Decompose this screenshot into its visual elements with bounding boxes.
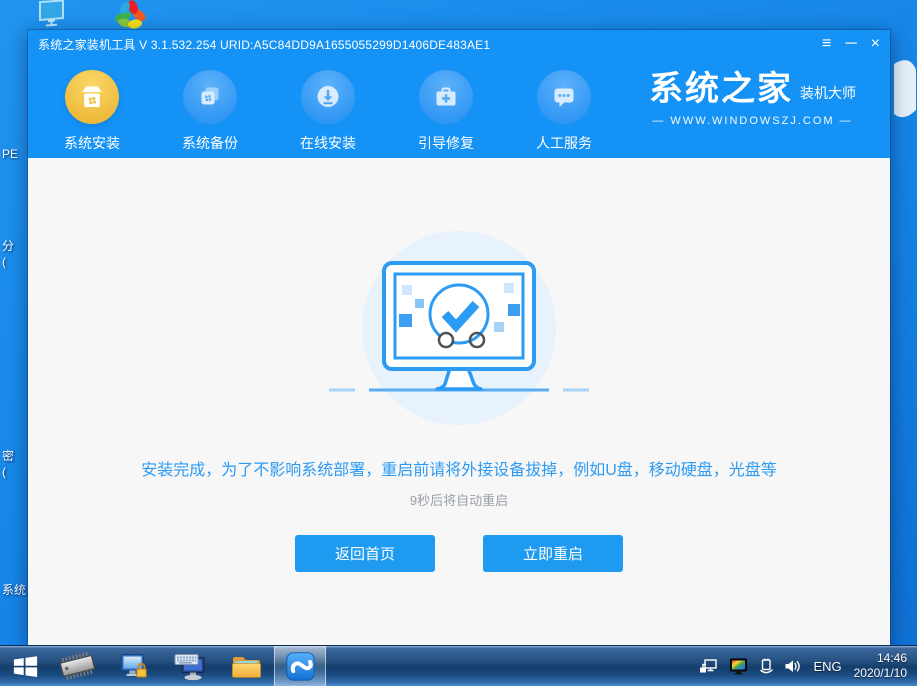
- flower-icon: [115, 0, 146, 29]
- usb-eject-tray-icon[interactable]: [759, 658, 774, 675]
- content-area: 安装完成，为了不影响系统部署，重启前请将外接设备拔掉，例如U盘，移动硬盘，光盘等…: [28, 158, 890, 645]
- window-controls: ≡ ─ ×: [822, 32, 880, 56]
- zhuangji-app-icon: [285, 651, 315, 681]
- display-icon: [39, 0, 64, 27]
- main-nav: 系统安装 系统备份 在线安装 引导修复 人工服务: [40, 70, 616, 153]
- taskbar-item-zhuangji-app-active[interactable]: [274, 646, 326, 686]
- taskbar-item-memory-tool[interactable]: [50, 646, 106, 686]
- install-complete-illustration: [329, 231, 589, 425]
- installer-window: 系统之家装机工具 V 3.1.532.254 URID:A5C84DD9A165…: [28, 30, 890, 645]
- online-install-icon: [301, 70, 355, 124]
- nav-item-support-service[interactable]: 人工服务: [512, 70, 616, 153]
- close-icon[interactable]: ×: [871, 32, 880, 56]
- nav-item-boot-repair[interactable]: 引导修复: [394, 70, 498, 153]
- nav-item-online-install[interactable]: 在线安装: [276, 70, 380, 153]
- brand-title: 系统之家: [649, 70, 793, 108]
- network-tray-icon[interactable]: [699, 658, 719, 675]
- restart-button[interactable]: 立即重启: [483, 535, 623, 572]
- language-indicator[interactable]: ENG: [811, 659, 843, 674]
- tray-clock[interactable]: 14:46 2020/1/10: [854, 651, 907, 681]
- home-button[interactable]: 返回首页: [295, 535, 435, 572]
- nav-item-system-install[interactable]: 系统安装: [40, 70, 144, 153]
- title-bar: 系统之家装机工具 V 3.1.532.254 URID:A5C84DD9A165…: [28, 30, 890, 58]
- windows-logo-icon: [13, 655, 37, 677]
- support-service-icon: [537, 70, 591, 124]
- system-install-icon: [65, 70, 119, 124]
- nav-label: 引导修复: [418, 135, 474, 151]
- nav-label: 系统安装: [64, 135, 120, 151]
- install-complete-message: 安装完成，为了不影响系统部署，重启前请将外接设备拔掉，例如U盘，移动硬盘，光盘等: [141, 462, 777, 479]
- desktop-icon-label: 分 (: [2, 239, 15, 269]
- nav-label: 系统备份: [182, 135, 238, 151]
- desktop-icon-label: 系统: [2, 583, 27, 597]
- desktop-icon-label: PE: [2, 147, 19, 161]
- folder-icon: [231, 657, 261, 678]
- button-row: 返回首页 立即重启: [28, 535, 890, 572]
- brand-site: — WWW.WINDOWSZJ.COM —: [652, 115, 853, 127]
- boot-repair-icon: [419, 70, 473, 124]
- display-settings-tray-icon[interactable]: [729, 658, 749, 675]
- brand-logo: 系统之家 装机大师 — WWW.WINDOWSZJ.COM —: [649, 72, 856, 127]
- nav-label: 在线安装: [300, 135, 356, 151]
- tray-time: 14:46: [876, 651, 907, 665]
- taskbar-apps: [0, 646, 326, 686]
- menu-icon[interactable]: ≡: [822, 32, 831, 56]
- taskbar-item-file-explorer[interactable]: [218, 646, 274, 686]
- taskbar-item-onscreen-keyboard[interactable]: [162, 646, 218, 686]
- system-backup-icon: [183, 70, 237, 124]
- desktop-display-icon[interactable]: [36, 0, 68, 33]
- desktop-partial-icon[interactable]: [892, 56, 917, 133]
- taskbar-item-display-lock[interactable]: [106, 646, 162, 686]
- desktop-icon-label: 密 (: [2, 449, 15, 479]
- illustration-wrap: [28, 158, 890, 426]
- page-icon: [894, 60, 916, 118]
- start-button[interactable]: [0, 646, 50, 686]
- brand-subtitle: 装机大师: [800, 85, 856, 101]
- taskbar: ENG 14:46 2020/1/10: [0, 645, 917, 686]
- auto-restart-countdown: 9秒后将自动重启: [409, 493, 509, 508]
- memory-chip-icon: [59, 651, 95, 681]
- system-tray: ENG 14:46 2020/1/10: [699, 646, 917, 686]
- volume-tray-icon[interactable]: [784, 659, 801, 674]
- window-title: 系统之家装机工具 V 3.1.532.254 URID:A5C84DD9A165…: [38, 37, 491, 52]
- keyboard-monitor-icon: [174, 654, 205, 681]
- minimize-icon[interactable]: ─: [845, 32, 856, 56]
- monitor-lock-icon: [121, 654, 147, 678]
- nav-item-system-backup[interactable]: 系统备份: [158, 70, 262, 153]
- nav-label: 人工服务: [536, 135, 592, 151]
- window-header: 系统之家装机工具 V 3.1.532.254 URID:A5C84DD9A165…: [28, 30, 890, 158]
- tray-date: 2020/1/10: [853, 666, 907, 680]
